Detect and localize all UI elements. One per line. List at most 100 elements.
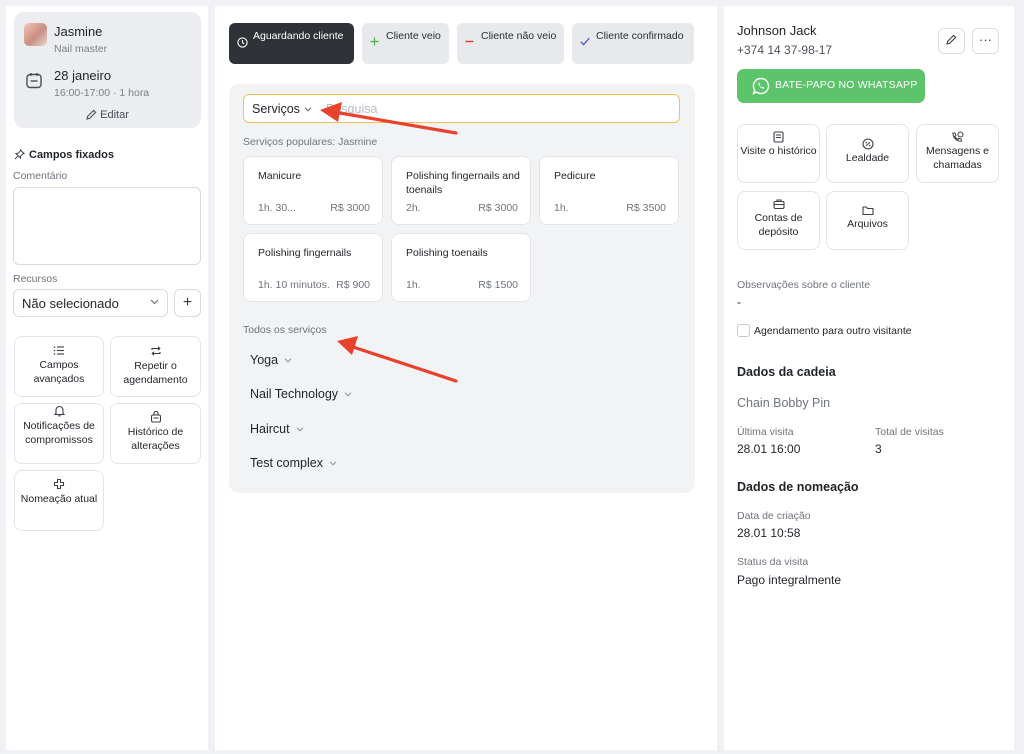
service-search-input[interactable] [326,100,666,118]
visit-history-tile[interactable]: Visite o histórico [737,124,820,183]
visit-status-label: Status da visita [737,556,809,568]
total-visits-label: Total de visitas [875,426,944,438]
tile-label: Mensagens e chamadas [925,145,990,171]
service-duration: 1h. [406,279,421,291]
pinned-title-text: Campos fixados [29,149,114,161]
calendar-icon [26,73,42,89]
history-icon [150,411,161,423]
category-label: Haircut [250,422,290,436]
service-name: Polishing fingernails and toenails [406,170,520,196]
category-label: Nail Technology [250,387,339,401]
change-history-tile[interactable]: Histórico de alterações [110,403,201,464]
whatsapp-chat-button[interactable]: BATE-PAPO NO WHATSAPP [737,69,925,103]
plus-icon [370,37,379,46]
avatar [24,23,47,46]
tile-label: Repetir o agendamento [123,360,188,386]
repeat-icon [150,346,161,356]
client-phone: +374 14 37-98-17 [737,43,833,57]
service-name: Manicure [258,170,302,182]
master-name: Jasmine [54,24,103,39]
service-filter-label: Serviços [252,102,300,116]
edit-appointment-button[interactable]: Editar [14,109,201,121]
service-duration: 1h. 30... [258,202,296,214]
tile-label: Visite o histórico [740,145,817,157]
service-name: Polishing fingernails [258,247,352,259]
deposit-accounts-tile[interactable]: Contas de depósito [737,191,820,250]
edit-client-button[interactable] [938,28,965,54]
repeat-appointment-tile[interactable]: Repetir o agendamento [110,336,201,397]
service-card[interactable]: Polishing fingernails and toenails 2h. R… [391,156,531,225]
whatsapp-label: BATE-PAPO NO WHATSAPP [775,79,918,91]
service-filter-dropdown[interactable]: Serviços [252,102,312,116]
category-row-yoga[interactable]: Yoga [250,353,292,367]
popular-services-label: Serviços populares: Jasmine [243,136,378,148]
tile-label: Notificações de compromissos [23,420,95,446]
created-date-value: 28.01 10:58 [737,526,801,540]
files-tile[interactable]: Arquivos [826,191,909,250]
messages-calls-tile[interactable]: Mensagens e chamadas [916,124,999,183]
service-price: R$ 3500 [626,202,666,214]
last-visit-value: 28.01 16:00 [737,442,801,456]
category-row-haircut[interactable]: Haircut [250,422,304,436]
chevron-down-icon [150,299,159,305]
service-card[interactable]: Polishing fingernails 1h. 10 minutos. R$… [243,233,383,302]
advanced-fields-tile[interactable]: Campos avançados [14,336,104,397]
service-price: R$ 3000 [478,202,518,214]
edit-label: Editar [100,109,129,121]
status-tab-label: Cliente confirmado [596,30,684,42]
visit-status-value: Pago integralmente [737,573,842,587]
phone-chat-icon [952,131,964,142]
more-options-button[interactable]: ··· [972,28,999,54]
status-waiting-tab[interactable]: Aguardando cliente [229,23,354,64]
chevron-down-icon [344,392,352,397]
last-visit-label: Última visita [737,426,794,438]
service-price: R$ 1500 [478,279,518,291]
appointment-notifications-tile[interactable]: Notificações de compromissos [14,403,104,464]
status-tab-label: Cliente veio [386,30,441,42]
loyalty-tile[interactable]: Lealdade [826,124,909,183]
comment-textarea[interactable] [13,187,201,265]
category-row-nail-technology[interactable]: Nail Technology [250,387,352,401]
resources-label: Recursos [13,273,58,285]
service-card[interactable]: Polishing toenails 1h. R$ 1500 [391,233,531,302]
wallet-icon [772,199,785,210]
clock-icon [237,37,248,48]
left-panel: Jasmine Nail master 28 janeiro 16:00-17:… [6,6,208,750]
document-icon [773,131,784,143]
service-duration: 1h. 10 minutos. [258,279,330,291]
comment-label: Comentário [13,170,68,182]
services-panel: Serviços Serviços populares: Jasmine Man… [229,84,695,493]
status-confirmed-tab[interactable]: Cliente confirmado [572,23,694,64]
tile-label: Lealdade [845,152,890,164]
service-name: Polishing toenails [406,247,488,259]
puzzle-icon [53,478,65,490]
service-duration: 2h. [406,202,421,214]
category-row-test-complex[interactable]: Test complex [250,456,337,470]
resources-select[interactable]: Não selecionado [13,289,168,317]
status-client-came-tab[interactable]: Cliente veio [362,23,449,64]
add-resource-button[interactable]: + [174,289,201,317]
service-card[interactable]: Pedicure 1h. R$ 3500 [539,156,679,225]
current-appointment-tile[interactable]: Nomeação atual [14,470,104,531]
chain-name: Chain Bobby Pin [737,396,831,410]
category-label: Yoga [250,353,279,367]
tile-label: Campos avançados [33,359,85,385]
service-price: R$ 3000 [330,202,370,214]
tile-label: Contas de depósito [754,212,803,238]
whatsapp-icon [752,77,770,95]
client-panel: Johnson Jack +374 14 37-98-17 ··· BATE-P… [724,6,1014,750]
service-duration: 1h. [554,202,569,214]
status-no-show-tab[interactable]: Cliente não veio [457,23,564,64]
chain-section-title: Dados da cadeia [737,365,836,379]
loyalty-icon [861,138,874,150]
pin-icon [14,149,25,160]
services-column: Aguardando cliente Cliente veio Cliente … [215,6,717,750]
client-name: Johnson Jack [737,23,817,38]
pencil-icon [86,109,97,120]
list-icon [53,346,64,355]
service-card[interactable]: Manicure 1h. 30... R$ 3000 [243,156,383,225]
appointment-time: 16:00-17:00 · 1 hora [54,87,150,99]
category-label: Test complex [250,456,323,470]
other-visitor-checkbox[interactable] [737,324,750,337]
total-visits-value: 3 [875,442,882,456]
